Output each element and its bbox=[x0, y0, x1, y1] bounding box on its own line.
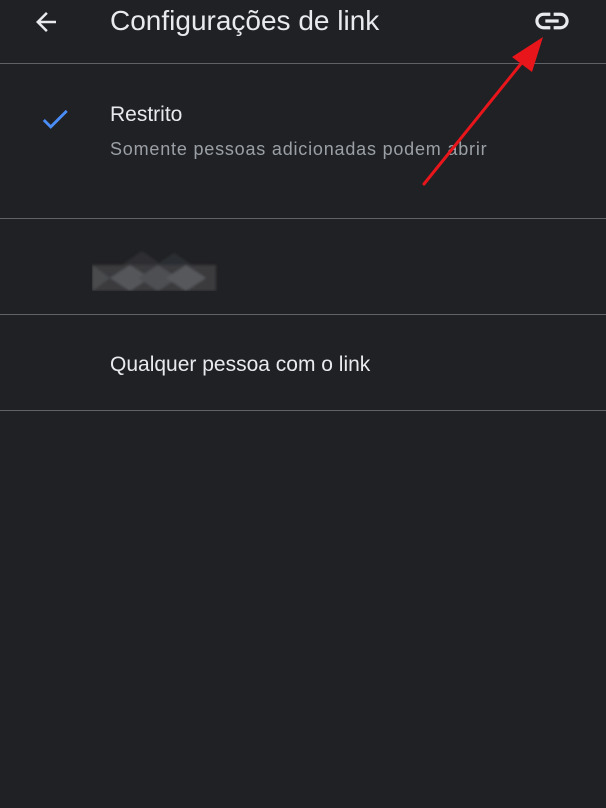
option-restricted[interactable]: Restrito Somente pessoas adicionadas pod… bbox=[0, 64, 606, 219]
option-redacted[interactable] bbox=[0, 219, 606, 315]
redacted-label bbox=[92, 251, 216, 291]
arrow-back-icon bbox=[36, 12, 56, 32]
option-anyone-with-link[interactable]: Qualquer pessoa com o link bbox=[0, 315, 606, 411]
top-app-bar: Configurações de link bbox=[0, 0, 606, 64]
back-button[interactable] bbox=[26, 2, 66, 42]
check-icon bbox=[42, 109, 68, 129]
link-settings-screen: Configurações de link Restrito Somente p… bbox=[0, 0, 606, 808]
option-anyone-title: Qualquer pessoa com o link bbox=[110, 353, 371, 376]
link-icon bbox=[535, 12, 569, 30]
option-restricted-title: Restrito bbox=[110, 103, 183, 126]
option-restricted-description: Somente pessoas adicionadas podem abrir bbox=[110, 139, 488, 159]
copy-link-button[interactable] bbox=[530, 4, 574, 38]
page-title: Configurações de link bbox=[110, 5, 380, 36]
